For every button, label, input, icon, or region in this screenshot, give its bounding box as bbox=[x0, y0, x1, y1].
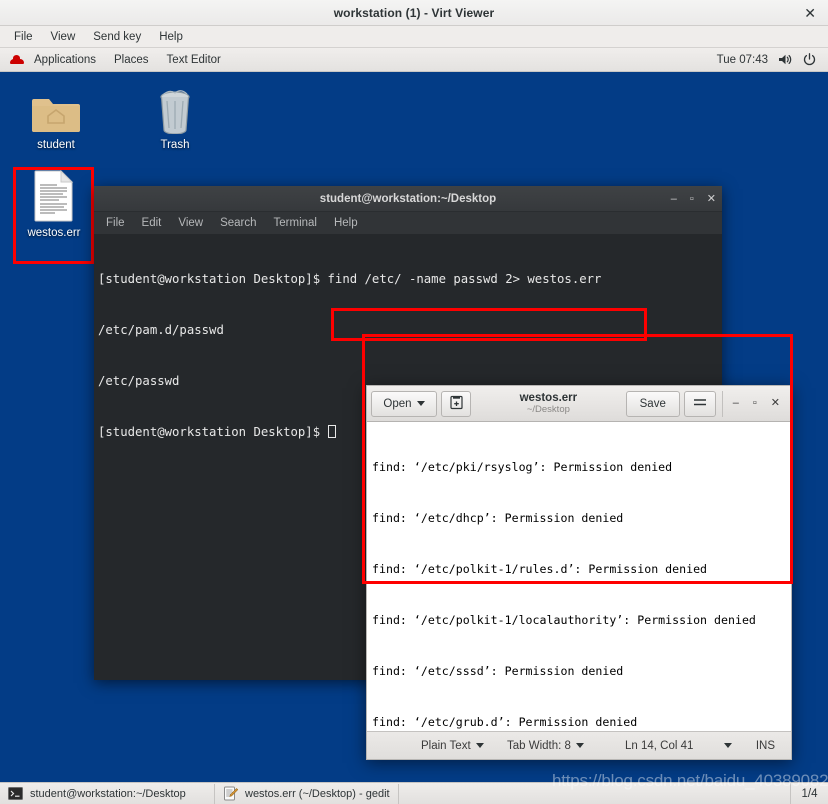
hamburger-menu-icon bbox=[693, 396, 707, 411]
redhat-logo-icon bbox=[10, 53, 24, 67]
taskbar-item-label: student@workstation:~/Desktop bbox=[30, 787, 186, 800]
gedit-window-controls: – ▫ ✕ bbox=[721, 390, 787, 417]
terminal-menu-file[interactable]: File bbox=[98, 215, 133, 231]
menu-item-help[interactable]: Help bbox=[151, 29, 191, 45]
desktop-icon-label: student bbox=[37, 139, 75, 151]
gedit-text-area[interactable]: find: ‘/etc/pki/rsyslog’: Permission den… bbox=[367, 422, 791, 731]
chevron-down-icon bbox=[475, 743, 484, 748]
power-icon[interactable] bbox=[803, 53, 816, 66]
taskbar-item-label: westos.err (~/Desktop) - gedit bbox=[245, 787, 390, 800]
desktop-icon-label: westos.err bbox=[27, 227, 81, 239]
taskbar-item-gedit[interactable]: westos.err (~/Desktop) - gedit bbox=[215, 783, 399, 804]
menu-item-file[interactable]: File bbox=[6, 29, 41, 45]
open-button[interactable]: Open bbox=[371, 390, 437, 417]
terminal-line: [student@workstation Desktop]$ find /etc… bbox=[98, 271, 718, 288]
desktop-icon-student[interactable]: student bbox=[13, 82, 99, 152]
save-button[interactable]: Save bbox=[625, 390, 680, 417]
terminal-output-text: /etc/passwd bbox=[98, 374, 180, 388]
gedit-window[interactable]: Open westos.err ~/Desktop Save – ▫ ✕ fin… bbox=[366, 385, 792, 760]
statusbar-dropdown[interactable] bbox=[724, 743, 732, 748]
virt-viewer-titlebar: workstation (1) - Virt Viewer ✕ bbox=[0, 0, 828, 26]
trash-icon bbox=[132, 82, 218, 134]
new-document-button[interactable] bbox=[441, 390, 471, 417]
workspace-indicator[interactable]: 1/4 bbox=[790, 782, 828, 804]
gedit-statusbar: Plain Text Tab Width: 8 Ln 14, Col 41 IN… bbox=[367, 731, 791, 759]
virt-viewer-menubar: File View Send key Help bbox=[0, 26, 828, 48]
gedit-headerbar: Open westos.err ~/Desktop Save – ▫ ✕ bbox=[367, 386, 791, 422]
terminal-command: find /etc/ -name passwd 2> westos.err bbox=[327, 272, 602, 286]
terminal-line: /etc/pam.d/passwd bbox=[98, 322, 718, 339]
gedit-subtitle: ~/Desktop bbox=[526, 404, 570, 416]
terminal-prompt: [student@workstation Desktop]$ bbox=[98, 425, 328, 439]
gedit-title: westos.err bbox=[519, 391, 578, 404]
minimize-icon[interactable]: – bbox=[733, 398, 739, 409]
terminal-menu-search[interactable]: Search bbox=[212, 215, 264, 231]
terminal-menu-view[interactable]: View bbox=[170, 215, 211, 231]
maximize-icon[interactable]: ▫ bbox=[753, 398, 757, 409]
close-icon[interactable]: ✕ bbox=[707, 193, 716, 205]
gedit-text-line: find: ‘/etc/polkit-1/localauthority’: Pe… bbox=[372, 613, 756, 627]
terminal-titlebar: student@workstation:~/Desktop – ▫ ✕ bbox=[94, 186, 722, 212]
tab-width-label: Tab Width: 8 bbox=[507, 739, 571, 752]
gedit-title-block: westos.err ~/Desktop bbox=[475, 392, 622, 415]
panel-places-menu[interactable]: Places bbox=[105, 52, 158, 68]
terminal-icon bbox=[8, 786, 23, 801]
desktop-icon-westos-err[interactable]: westos.err bbox=[16, 170, 92, 240]
new-document-icon bbox=[449, 395, 464, 413]
desktop-icon-trash[interactable]: Trash bbox=[132, 82, 218, 152]
close-icon[interactable]: ✕ bbox=[800, 6, 820, 20]
gedit-text-line: find: ‘/etc/sssd’: Permission denied bbox=[372, 664, 624, 678]
terminal-output-text: /etc/pam.d/passwd bbox=[98, 323, 224, 337]
gedit-icon bbox=[223, 786, 239, 801]
terminal-menubar: File Edit View Search Terminal Help bbox=[94, 212, 722, 234]
menu-item-send-key[interactable]: Send key bbox=[85, 29, 149, 45]
panel-clock[interactable]: Tue 07:43 bbox=[717, 54, 768, 66]
open-button-label: Open bbox=[383, 397, 412, 410]
panel-active-app[interactable]: Text Editor bbox=[158, 52, 230, 68]
cursor-position-label: Ln 14, Col 41 bbox=[625, 739, 694, 752]
menu-item-view[interactable]: View bbox=[43, 29, 84, 45]
taskbar-item-terminal[interactable]: student@workstation:~/Desktop bbox=[0, 783, 215, 804]
gedit-text-line: find: ‘/etc/polkit-1/rules.d’: Permissio… bbox=[372, 562, 708, 576]
save-button-label: Save bbox=[639, 397, 666, 410]
terminal-menu-terminal[interactable]: Terminal bbox=[266, 215, 325, 231]
tab-width-selector[interactable]: Tab Width: 8 bbox=[507, 740, 584, 752]
text-document-icon bbox=[16, 170, 92, 222]
maximize-icon[interactable]: ▫ bbox=[690, 193, 694, 205]
window-list-taskbar: student@workstation:~/Desktop westos.err… bbox=[0, 782, 828, 804]
gnome-top-panel: Applications Places Text Editor Tue 07:4… bbox=[0, 48, 828, 72]
insert-mode-label: INS bbox=[755, 739, 775, 752]
terminal-title: student@workstation:~/Desktop bbox=[319, 192, 497, 205]
gedit-text-line: find: ‘/etc/dhcp’: Permission denied bbox=[372, 511, 624, 525]
cursor-position: Ln 14, Col 41 bbox=[625, 740, 693, 752]
hamburger-menu-button[interactable] bbox=[683, 390, 716, 417]
chevron-down-icon bbox=[416, 401, 425, 406]
gedit-text-line: find: ‘/etc/pki/rsyslog’: Permission den… bbox=[372, 460, 673, 474]
insert-mode-indicator: INS bbox=[756, 740, 775, 752]
speaker-icon[interactable] bbox=[778, 53, 793, 66]
language-label: Plain Text bbox=[421, 739, 471, 752]
terminal-menu-edit[interactable]: Edit bbox=[134, 215, 170, 231]
virt-viewer-title: workstation (1) - Virt Viewer bbox=[333, 5, 495, 20]
terminal-menu-help[interactable]: Help bbox=[326, 215, 366, 231]
terminal-cursor bbox=[327, 425, 336, 438]
chevron-down-icon bbox=[724, 743, 732, 748]
language-selector[interactable]: Plain Text bbox=[421, 740, 484, 752]
desktop-icon-label: Trash bbox=[160, 139, 190, 151]
panel-applications-menu[interactable]: Applications bbox=[25, 52, 105, 68]
close-icon[interactable]: ✕ bbox=[771, 398, 780, 409]
desktop-area[interactable]: student Trash westos.err student@worksta… bbox=[0, 72, 828, 782]
minimize-icon[interactable]: – bbox=[671, 193, 677, 205]
gedit-text-line: find: ‘/etc/grub.d’: Permission denied bbox=[372, 715, 638, 729]
chevron-down-icon bbox=[575, 743, 584, 748]
home-folder-icon bbox=[13, 82, 99, 134]
terminal-prompt: [student@workstation Desktop]$ bbox=[98, 272, 328, 286]
